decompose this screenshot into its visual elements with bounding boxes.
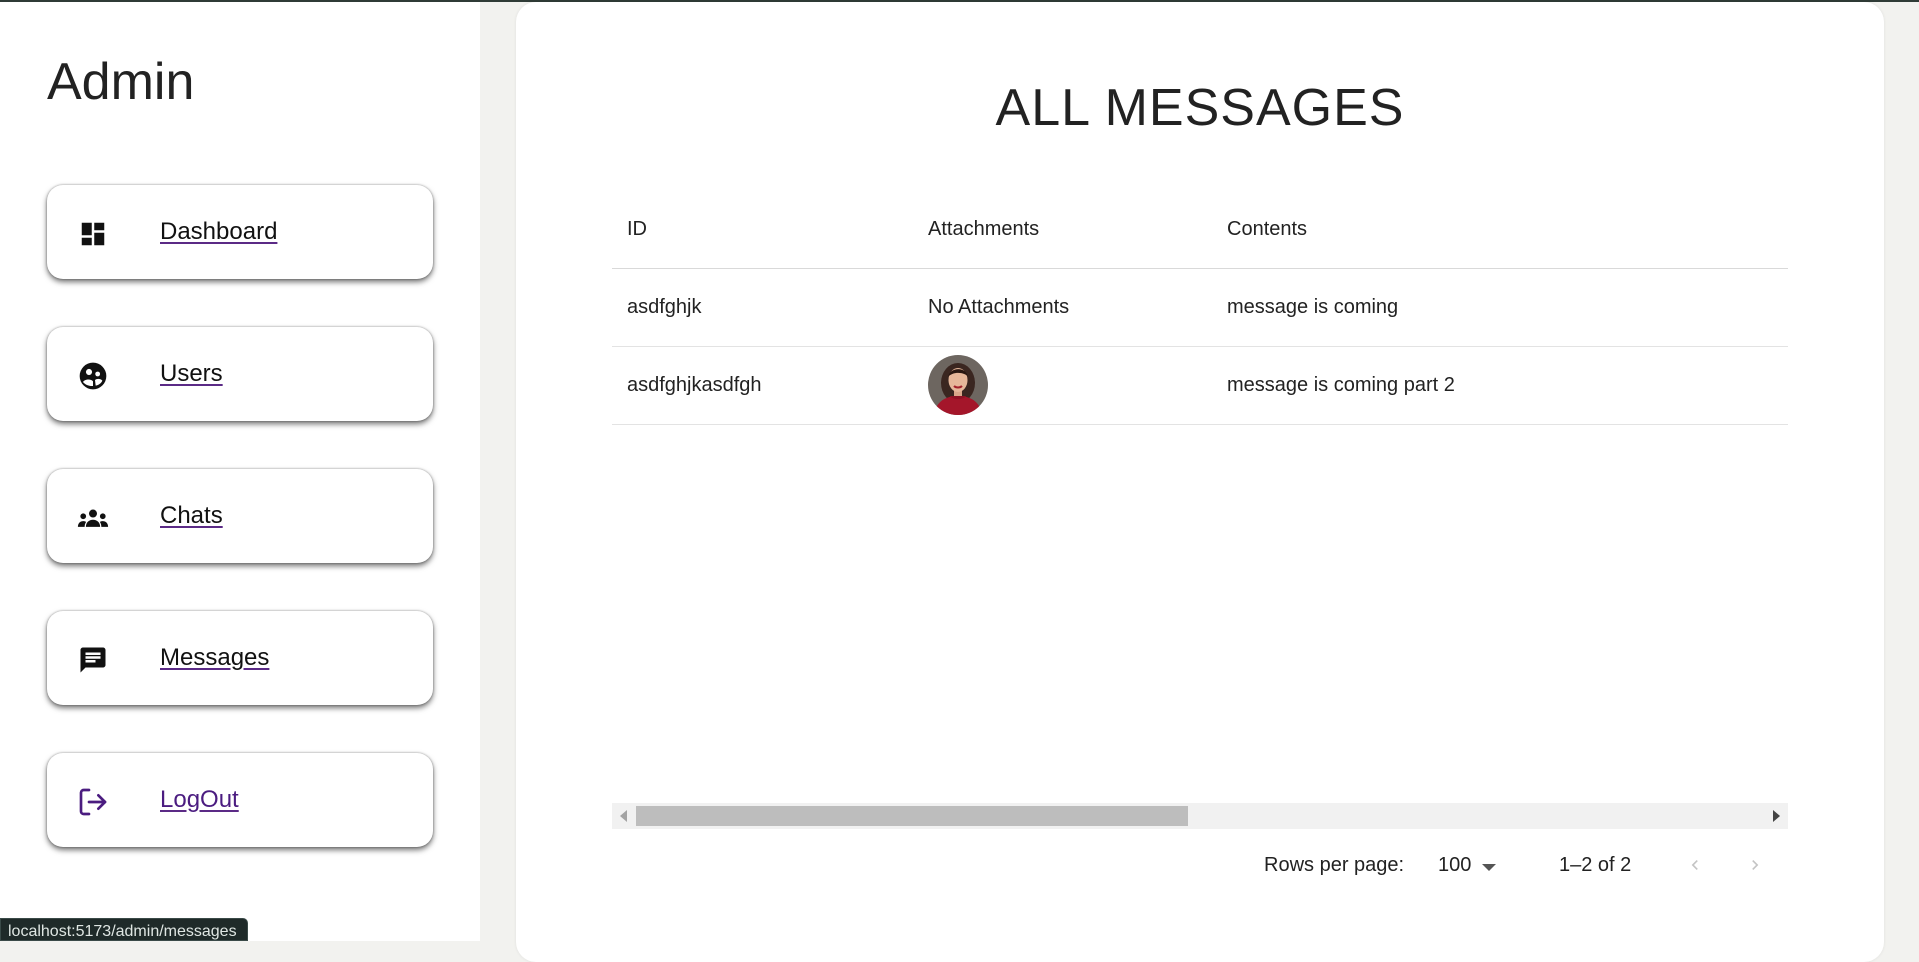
column-header-attachments[interactable]: Attachments xyxy=(928,218,1039,241)
users-icon xyxy=(77,360,109,392)
pagination-range: 1–2 of 2 xyxy=(1559,854,1632,876)
table-header: ID Attachments Contents xyxy=(612,182,1788,269)
cell-id: asdfghjk xyxy=(627,296,702,318)
sidebar: Admin Dashboard Users Chats Messages Log… xyxy=(0,2,480,941)
logout-icon xyxy=(77,786,109,818)
column-header-id[interactable]: ID xyxy=(627,218,647,241)
table-row[interactable]: asdfghjk No Attachments message is comin… xyxy=(612,269,1788,347)
sidebar-item-chats[interactable]: Chats xyxy=(47,469,433,563)
sidebar-item-label[interactable]: Users xyxy=(160,360,223,388)
chat-icon xyxy=(77,644,109,676)
horizontal-scrollbar[interactable] xyxy=(612,803,1788,829)
rows-per-page-select[interactable]: 100 xyxy=(1438,854,1471,877)
rows-per-page-label: Rows per page: xyxy=(1264,854,1405,876)
cell-contents: message is coming part 2 xyxy=(1227,374,1455,396)
cell-attachments: No Attachments xyxy=(928,296,1070,318)
chevron-right-icon xyxy=(1752,860,1759,870)
messages-table: ID Attachments Contents asdfghjk No Atta… xyxy=(612,182,1788,425)
browser-status-url: localhost:5173/admin/messages xyxy=(0,918,248,941)
sidebar-item-label[interactable]: Messages xyxy=(160,644,269,672)
scroll-left-icon[interactable] xyxy=(620,810,627,822)
previous-page-button[interactable] xyxy=(1680,850,1710,880)
cell-id: asdfghjkasdfgh xyxy=(627,374,762,396)
sidebar-item-label[interactable]: LogOut xyxy=(160,786,239,814)
page-title: ALL MESSAGES xyxy=(995,79,1405,137)
chevron-down-icon[interactable] xyxy=(1482,864,1496,871)
sidebar-item-messages[interactable]: Messages xyxy=(47,611,433,705)
table-row[interactable]: asdfghjkasdfgh message is coming part 2 xyxy=(612,347,1788,425)
next-page-button[interactable] xyxy=(1740,850,1770,880)
cell-contents: message is coming xyxy=(1227,296,1399,318)
sidebar-item-dashboard[interactable]: Dashboard xyxy=(47,185,433,279)
content-panel: ALL MESSAGES ID Attachments Contents asd… xyxy=(516,2,1884,962)
group-icon xyxy=(77,502,109,534)
chevron-left-icon xyxy=(1691,860,1698,870)
sidebar-item-label[interactable]: Chats xyxy=(160,502,223,530)
sidebar-item-logout[interactable]: LogOut xyxy=(47,753,433,847)
scroll-right-icon[interactable] xyxy=(1773,810,1780,822)
scrollbar-thumb[interactable] xyxy=(636,806,1188,826)
attachment-image-thumbnail[interactable] xyxy=(928,355,988,415)
column-header-contents[interactable]: Contents xyxy=(1227,218,1307,241)
sidebar-item-label[interactable]: Dashboard xyxy=(160,218,277,246)
sidebar-title: Admin xyxy=(47,53,195,111)
dashboard-icon xyxy=(77,218,109,250)
sidebar-item-users[interactable]: Users xyxy=(47,327,433,421)
